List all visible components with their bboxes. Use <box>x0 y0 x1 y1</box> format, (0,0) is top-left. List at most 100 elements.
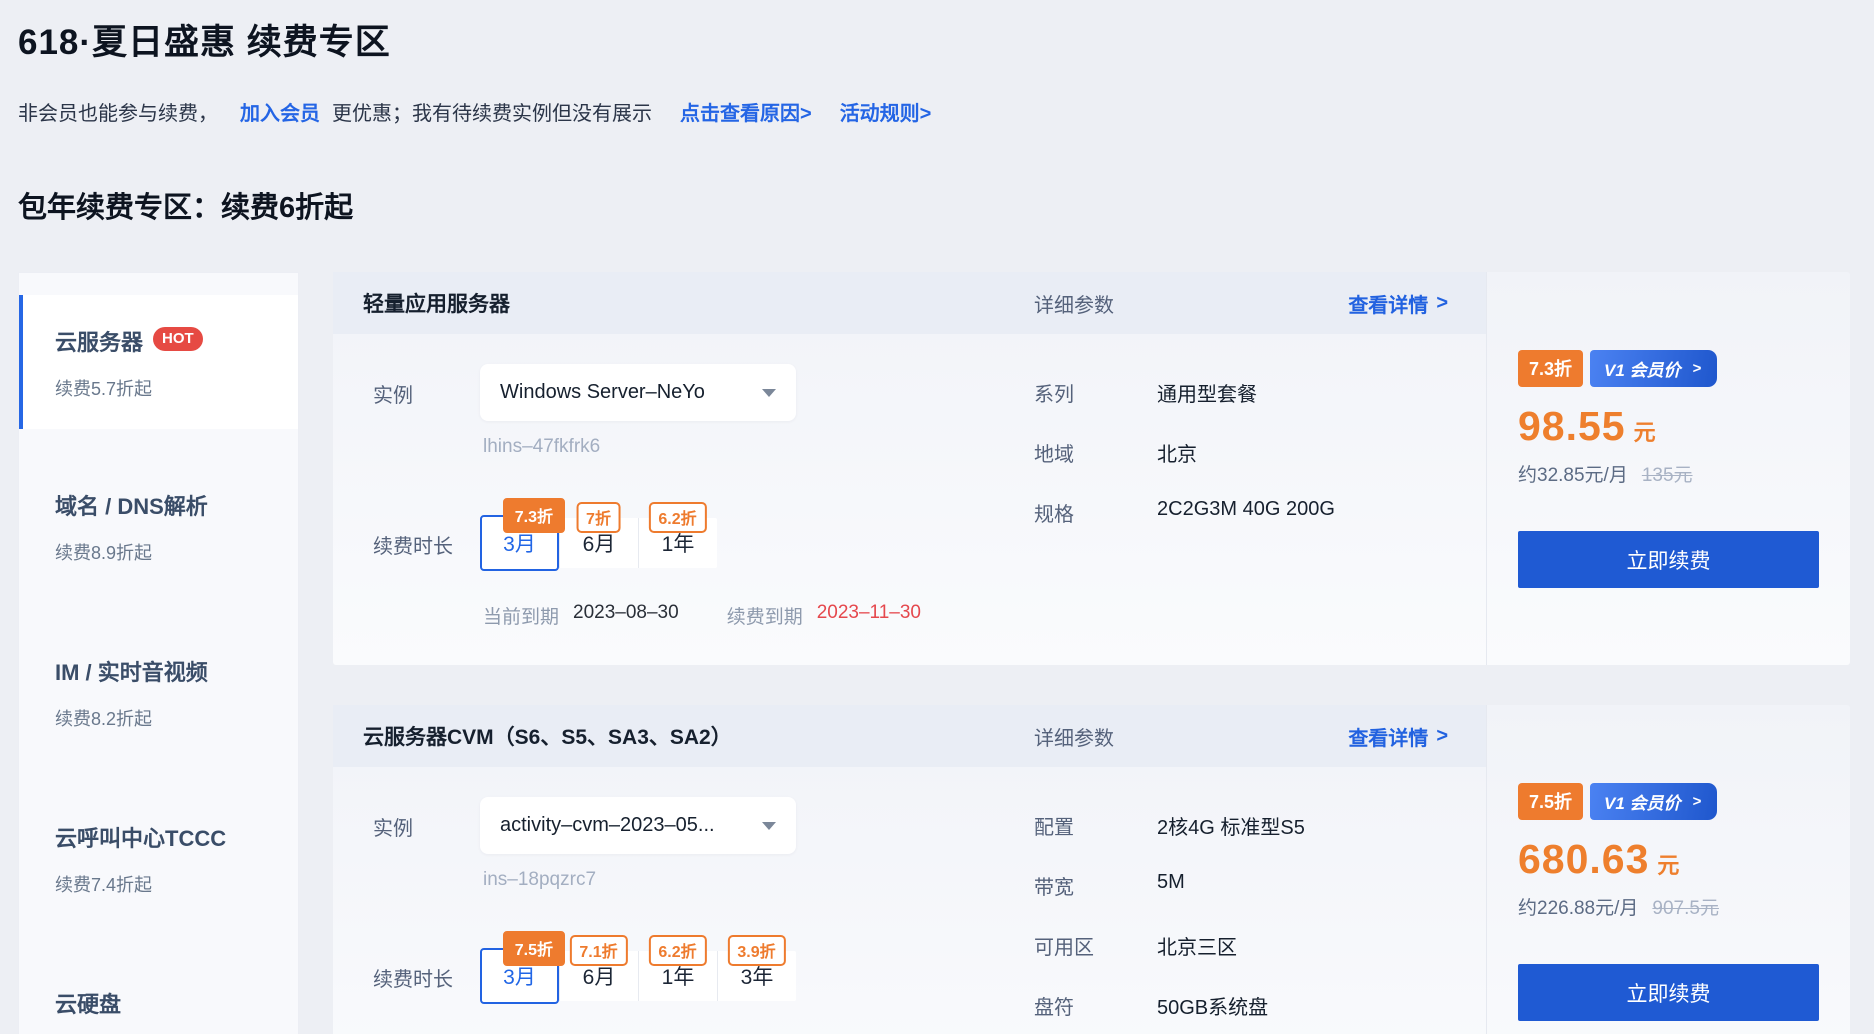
vip-price-label: V1 会员价 <box>1604 356 1681 381</box>
renewal-page: 618·夏日盛惠 续费专区 非会员也能参与续费， 加入会员 更优惠；我有待续费实… <box>0 0 1874 1034</box>
sidebar-item-label: IM / 实时音视频 <box>55 655 208 687</box>
duration-row: 续费时长 7.3折 3月 7折 6月 <box>373 518 1034 568</box>
view-detail-label: 查看详情 <box>1348 722 1428 751</box>
sidebar-item-tccc[interactable]: 云呼叫中心TCCC 续费7.4折起 <box>19 791 298 925</box>
detail-value: 北京 <box>1157 438 1197 467</box>
detail-value: 北京三区 <box>1157 931 1237 960</box>
renew-now-button[interactable]: 立即续费 <box>1518 531 1819 588</box>
price-amount: 680.63 <box>1518 836 1649 883</box>
vip-price-pill[interactable]: V1 会员价 > <box>1590 783 1717 820</box>
duration-tabs: 7.5折 3月 7.1折 6月 6.2折 1年 <box>480 951 796 1001</box>
instance-label: 实例 <box>373 797 480 854</box>
view-detail-link[interactable]: 查看详情 > <box>1348 289 1448 318</box>
duration-label: 续费时长 <box>373 951 480 1001</box>
detail-label: 带宽 <box>1034 871 1157 900</box>
sidebar-item-cbs[interactable]: 云硬盘 续费3.5折起 <box>19 957 298 1034</box>
chevron-right-icon: > <box>1436 292 1448 315</box>
view-reason-link[interactable]: 点击查看原因> <box>680 97 812 126</box>
category-sidebar: 云服务器 HOT 续费5.7折起 域名 / DNS解析 续费8.9折起 IM /… <box>18 272 299 1034</box>
view-detail-link[interactable]: 查看详情 > <box>1348 722 1448 751</box>
renew-now-button[interactable]: 立即续费 <box>1518 964 1819 1021</box>
detail-value: 通用型套餐 <box>1157 378 1257 407</box>
price-original: 135元 <box>1642 460 1693 487</box>
sidebar-item-label: 云服务器 <box>55 325 143 357</box>
sidebar-item-sub: 续费8.9折起 <box>55 539 298 565</box>
instance-select-value: Windows Server–NeYo <box>500 381 705 404</box>
instance-select-value: activity–cvm–2023–05... <box>500 814 715 837</box>
page-title: 618·夏日盛惠 续费专区 <box>18 14 1850 65</box>
card-title: 轻量应用服务器 <box>363 288 510 318</box>
detail-label: 配置 <box>1034 811 1157 840</box>
view-detail-label: 查看详情 <box>1348 289 1428 318</box>
detail-params-label: 详细参数 <box>1034 722 1114 751</box>
chevron-right-icon: > <box>1436 725 1448 748</box>
discount-badge: 7.3折 <box>503 498 565 533</box>
chevron-down-icon <box>762 389 776 397</box>
subtitle-prefix: 非会员也能参与续费， <box>18 97 218 126</box>
detail-label: 地域 <box>1034 438 1157 467</box>
detail-label: 系列 <box>1034 378 1157 407</box>
chevron-right-icon: > <box>1693 793 1702 810</box>
price-unit: 元 <box>1634 415 1656 447</box>
detail-value: 5M <box>1157 871 1185 900</box>
card-cvm: 云服务器CVM（S6、S5、SA3、SA2） 详细参数 查看详情 > 实例 <box>333 705 1850 1034</box>
sidebar-item-im[interactable]: IM / 实时音视频 续费8.2折起 <box>19 625 298 759</box>
price-unit: 元 <box>1657 848 1679 880</box>
expire-dates-row: 当前到期 2023–08–30 续费到期 2023–11–30 <box>483 602 1034 629</box>
discount-badge: 7.5折 <box>503 931 565 966</box>
discount-badge: 7折 <box>576 502 621 533</box>
instance-id: ins–18pqzrc7 <box>483 869 1034 891</box>
detail-label: 可用区 <box>1034 931 1157 960</box>
detail-value: 2核4G 标准型S5 <box>1157 811 1305 840</box>
card-header: 云服务器CVM（S6、S5、SA3、SA2） 详细参数 查看详情 > <box>333 705 1486 767</box>
price-panel: 7.5折 V1 会员价 > 680.63 元 约226.88元/月 907.5元 <box>1486 705 1850 1034</box>
vip-price-label: V1 会员价 <box>1604 789 1681 814</box>
discount-badge: 3.9折 <box>727 935 785 966</box>
current-expire-label: 当前到期 <box>483 602 559 629</box>
detail-value: 2C2G3M 40G 200G <box>1157 498 1335 527</box>
instance-select[interactable]: Windows Server–NeYo <box>480 364 796 421</box>
price-per-month: 约226.88元/月 <box>1518 893 1638 920</box>
sidebar-item-title: 云服务器 HOT <box>55 325 298 357</box>
duration-row: 续费时长 7.5折 3月 7.1折 6月 <box>373 951 1034 1001</box>
price-original: 907.5元 <box>1652 893 1719 920</box>
instance-row: 实例 Windows Server–NeYo <box>373 364 1034 421</box>
spec-details: 配置 2核4G 标准型S5 带宽 5M 可用区 北京三区 <box>1034 797 1478 1034</box>
discount-badge: 6.2折 <box>648 502 706 533</box>
chevron-right-icon: > <box>1693 360 1702 377</box>
renew-expire-label: 续费到期 <box>727 602 803 629</box>
duration-tabs: 7.3折 3月 7折 6月 6.2折 1年 <box>480 518 717 568</box>
detail-params-label: 详细参数 <box>1034 289 1114 318</box>
detail-value: 50GB系统盘 <box>1157 991 1268 1020</box>
subtitle-mid: 更优惠；我有待续费实例但没有展示 <box>332 97 652 126</box>
duration-label: 续费时长 <box>373 518 480 568</box>
hot-badge: HOT <box>153 327 203 351</box>
current-expire-date: 2023–08–30 <box>573 602 679 629</box>
card-title: 云服务器CVM（S6、S5、SA3、SA2） <box>363 721 732 751</box>
discount-badge: 6.2折 <box>648 935 706 966</box>
instance-select[interactable]: activity–cvm–2023–05... <box>480 797 796 854</box>
product-cards: 轻量应用服务器 详细参数 查看详情 > 实例 Windows Se <box>333 272 1850 1034</box>
sidebar-item-label: 域名 / DNS解析 <box>55 489 208 521</box>
price-panel: 7.3折 V1 会员价 > 98.55 元 约32.85元/月 135元 <box>1486 272 1850 665</box>
sidebar-item-sub: 续费5.7折起 <box>55 375 298 401</box>
instance-label: 实例 <box>373 364 480 421</box>
subtitle-row: 非会员也能参与续费， 加入会员 更优惠；我有待续费实例但没有展示 点击查看原因>… <box>18 97 1850 126</box>
renew-expire-date: 2023–11–30 <box>817 602 921 629</box>
chevron-down-icon <box>762 822 776 830</box>
spec-details: 系列 通用型套餐 地域 北京 规格 2C2G3M 40G 200G <box>1034 364 1478 629</box>
price-per-month: 约32.85元/月 <box>1518 460 1628 487</box>
vip-price-pill[interactable]: V1 会员价 > <box>1590 350 1717 387</box>
sidebar-item-sub: 续费7.4折起 <box>55 871 298 897</box>
detail-label: 盘符 <box>1034 991 1157 1020</box>
sidebar-item-dns[interactable]: 域名 / DNS解析 续费8.9折起 <box>19 459 298 593</box>
discount-badge: 7.1折 <box>569 935 627 966</box>
join-member-link[interactable]: 加入会员 <box>240 97 320 126</box>
section-title: 包年续费专区：续费6折起 <box>18 184 1850 226</box>
content-area: 云服务器 HOT 续费5.7折起 域名 / DNS解析 续费8.9折起 IM /… <box>18 272 1850 1034</box>
sidebar-item-cvm[interactable]: 云服务器 HOT 续费5.7折起 <box>19 295 298 429</box>
card-header: 轻量应用服务器 详细参数 查看详情 > <box>333 272 1486 334</box>
price-discount-badge: 7.3折 <box>1518 350 1583 387</box>
activity-rules-link[interactable]: 活动规则> <box>840 97 932 126</box>
instance-row: 实例 activity–cvm–2023–05... <box>373 797 1034 854</box>
